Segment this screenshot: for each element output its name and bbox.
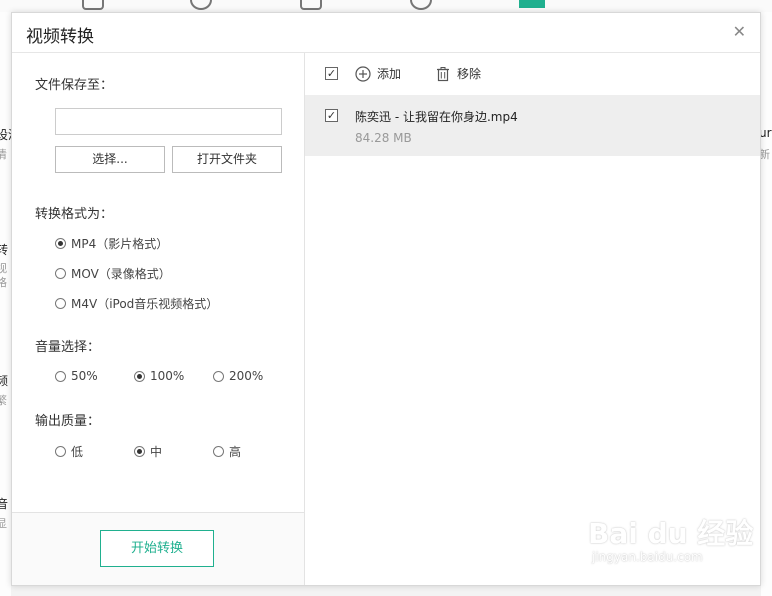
settings-footer: 开始转换	[12, 512, 304, 585]
toolbar-icon[interactable]	[190, 0, 212, 10]
bg-text: 新	[761, 148, 770, 161]
radio-button[interactable]	[213, 370, 224, 382]
quality-label: 输出质量：	[35, 414, 101, 429]
volume-label: 音量选择：	[35, 340, 101, 355]
bg-text: 音	[0, 497, 9, 511]
radio-button[interactable]	[134, 370, 145, 382]
choose-button[interactable]: 选择...	[55, 146, 165, 173]
background-toolbar	[0, 0, 772, 12]
bg-text: ur	[761, 126, 772, 140]
bg-text: 频	[0, 374, 9, 388]
quality-option-label: 低	[71, 445, 84, 459]
bg-text: 转	[0, 243, 9, 257]
format-option-label: MP4（影片格式）	[71, 237, 169, 251]
format-label: 转换格式为：	[35, 207, 114, 222]
file-name: 陈奕迅 - 让我留在你身边.mp4	[355, 110, 518, 124]
radio-button[interactable]	[55, 446, 66, 457]
add-label: 添加	[377, 67, 402, 81]
volume-option-200[interactable]: 200%	[213, 369, 263, 383]
background-left-column: 设清 清 转 视 格 频 繁 音 显	[0, 12, 11, 596]
bg-text: 设清	[0, 128, 11, 142]
save-path-input[interactable]	[55, 108, 282, 135]
volume-option-label: 200%	[229, 369, 264, 383]
quality-option-label: 中	[150, 445, 163, 459]
file-list-panel: ✓ 添加 移除 ✓ 陈奕迅 - 让我留在你身边.mp4 84.28 MB	[305, 53, 760, 585]
format-option-m4v[interactable]: M4V（iPod音乐视频格式）	[55, 295, 218, 312]
bg-text: 繁	[0, 394, 7, 407]
remove-label: 移除	[457, 67, 482, 81]
toolbar-active-indicator	[519, 0, 545, 8]
save-to-label: 文件保存至：	[35, 78, 114, 93]
radio-button[interactable]	[55, 268, 66, 279]
file-size: 84.28 MB	[355, 131, 412, 145]
trash-icon	[437, 66, 449, 81]
start-convert-button[interactable]: 开始转换	[100, 530, 214, 567]
volume-option-label: 100%	[150, 369, 185, 383]
toolbar-icon[interactable]	[300, 0, 322, 10]
radio-button[interactable]	[55, 298, 66, 309]
quality-option-medium[interactable]: 中	[134, 443, 162, 460]
radio-button[interactable]	[55, 370, 66, 382]
volume-option-100[interactable]: 100%	[134, 369, 184, 383]
toolbar-icon[interactable]	[82, 0, 104, 10]
format-option-label: M4V（iPod音乐视频格式）	[71, 297, 219, 311]
remove-button[interactable]: 移除	[435, 65, 481, 82]
bg-text: 格	[0, 276, 7, 289]
radio-button[interactable]	[55, 238, 66, 249]
quality-option-high[interactable]: 高	[213, 443, 241, 460]
format-option-mov[interactable]: MOV（录像格式）	[55, 265, 171, 282]
volume-option-50[interactable]: 50%	[55, 369, 98, 383]
add-icon	[355, 65, 371, 82]
file-checkbox[interactable]: ✓	[325, 109, 338, 122]
format-option-label: MOV（录像格式）	[71, 267, 171, 281]
file-list-toolbar: ✓ 添加 移除	[305, 53, 760, 95]
volume-option-label: 50%	[71, 369, 98, 383]
quality-option-label: 高	[229, 445, 242, 459]
bg-text: 显	[0, 517, 7, 530]
close-icon[interactable]: ✕	[733, 24, 746, 40]
dialog-titlebar: 视频转换 ✕	[12, 13, 760, 53]
settings-panel: 文件保存至： 选择... 打开文件夹 转换格式为： MP4（影片格式） MOV（…	[12, 53, 305, 585]
bg-text: 清	[0, 148, 7, 161]
open-folder-button[interactable]: 打开文件夹	[172, 146, 282, 173]
radio-button[interactable]	[213, 446, 224, 457]
radio-button[interactable]	[134, 446, 145, 457]
quality-option-low[interactable]: 低	[55, 443, 83, 460]
toolbar-icon[interactable]	[410, 0, 432, 10]
video-convert-dialog: 视频转换 ✕ 文件保存至： 选择... 打开文件夹 转换格式为： MP4（影片格…	[11, 12, 761, 586]
add-button[interactable]: 添加	[355, 65, 401, 82]
format-option-mp4[interactable]: MP4（影片格式）	[55, 235, 168, 252]
select-all-checkbox[interactable]: ✓	[325, 67, 338, 80]
file-list-item[interactable]: ✓ 陈奕迅 - 让我留在你身边.mp4 84.28 MB	[305, 95, 760, 156]
background-right-column: ur 新	[761, 12, 772, 596]
dialog-title: 视频转换	[26, 27, 94, 47]
